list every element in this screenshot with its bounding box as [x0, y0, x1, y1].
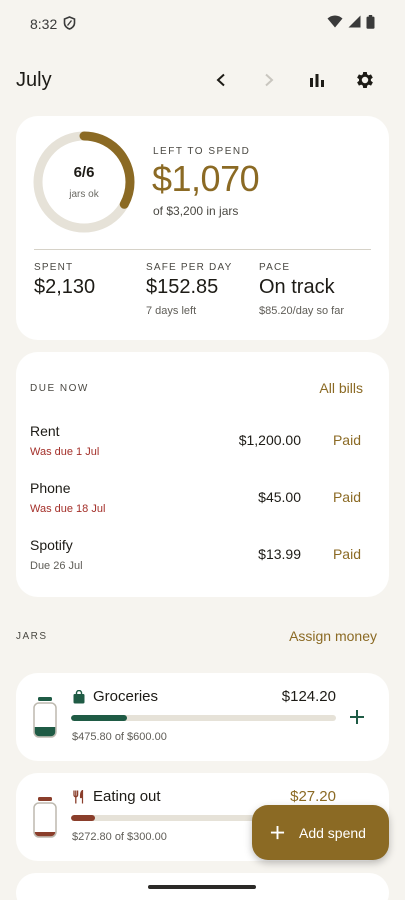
ring-label: 6/6 jars ok: [32, 130, 136, 234]
bill-name: Rent: [30, 422, 60, 439]
bill-amount: $45.00: [258, 489, 301, 505]
signal-icon: [348, 15, 361, 33]
previous-month-button[interactable]: [197, 56, 245, 104]
gesture-nav-handle[interactable]: [148, 885, 256, 889]
jar-title: Eating out: [73, 788, 161, 805]
bill-row-spotify[interactable]: Spotify Due 26 Jul $13.99 Paid: [30, 532, 361, 576]
bill-amount: $13.99: [258, 546, 301, 562]
stat-pace: PACE On track $85.20/day so far: [259, 262, 344, 317]
jar-sub: $272.80 of $300.00: [72, 831, 167, 843]
stat-value: $2,130: [34, 276, 96, 298]
due-now-card: DUE NOW All bills Rent Was due 1 Jul $1,…: [16, 352, 389, 597]
shield-icon: [63, 15, 76, 33]
chevron-left-icon: [216, 73, 225, 87]
plus-icon: [270, 825, 285, 840]
stat-safe-per-day: SAFE PER DAY $152.85 7 days left: [146, 262, 232, 317]
left-to-spend-label: LEFT TO SPEND: [153, 146, 251, 157]
bill-row-phone[interactable]: Phone Was due 18 Jul $45.00 Paid: [30, 475, 361, 519]
stats-button[interactable]: [293, 56, 341, 104]
shopping-bag-icon: [73, 689, 85, 703]
due-now-header: DUE NOW All bills: [30, 380, 363, 396]
add-spend-button[interactable]: Add spend: [252, 805, 389, 860]
divider: [34, 249, 371, 250]
jars-label: JARS: [16, 630, 48, 642]
all-bills-link[interactable]: All bills: [319, 380, 363, 396]
bill-status-button[interactable]: Paid: [301, 432, 361, 448]
chevron-right-icon: [265, 73, 274, 87]
bill-name: Phone: [30, 479, 71, 496]
left-to-spend-value: $1,070: [152, 158, 260, 199]
ring-count: 6/6: [73, 164, 95, 181]
jar-progress-fill: [71, 715, 127, 721]
jar-amount: $124.20: [281, 688, 336, 705]
jar-progress-track: [71, 715, 336, 721]
battery-icon: [366, 14, 375, 34]
jar-icon: [33, 797, 57, 838]
bill-due: Was due 18 Jul: [30, 502, 106, 515]
jar-icon: [33, 697, 57, 738]
stat-label: SPENT: [34, 262, 74, 273]
next-month-button[interactable]: [245, 56, 293, 104]
stat-value: On track: [259, 276, 335, 298]
add-to-jar-button[interactable]: [343, 703, 371, 731]
stat-sub: $85.20/day so far: [259, 305, 345, 317]
bill-amount: $1,200.00: [238, 432, 301, 448]
add-spend-label: Add spend: [299, 824, 366, 841]
jar-progress-fill: [71, 815, 95, 821]
bill-info: Rent Was due 1 Jul: [30, 423, 211, 458]
bill-due: Due 26 Jul: [30, 559, 83, 572]
stat-spent: SPENT $2,130: [34, 262, 95, 299]
left-to-spend-sub: of $3,200 in jars: [153, 204, 239, 218]
bar-chart-icon: [310, 74, 324, 87]
wifi-icon: [327, 15, 343, 33]
bill-info: Phone Was due 18 Jul: [30, 480, 211, 515]
stat-value: $152.85: [146, 276, 219, 298]
jar-card-groceries[interactable]: Groceries $124.20 $475.80 of $600.00: [16, 673, 389, 761]
bill-due: Was due 1 Jul: [30, 445, 100, 458]
stat-sub: 7 days left: [146, 305, 197, 317]
stat-label: PACE: [259, 262, 291, 273]
bill-status-button[interactable]: Paid: [301, 489, 361, 505]
jar-amount: $27.20: [290, 788, 336, 805]
settings-button[interactable]: [341, 56, 389, 104]
ring-sub: jars ok: [69, 189, 99, 200]
bill-info: Spotify Due 26 Jul: [30, 537, 211, 572]
fork-knife-icon: [73, 789, 84, 803]
top-app-bar: July: [0, 56, 405, 104]
month-title: July: [16, 68, 52, 91]
jar-title: Groceries: [73, 688, 158, 705]
jar-name: Groceries: [93, 688, 159, 705]
bill-row-rent[interactable]: Rent Was due 1 Jul $1,200.00 Paid: [30, 418, 361, 462]
status-time: 8:32: [30, 16, 58, 32]
status-bar: 8:32: [0, 0, 405, 48]
stat-label: SAFE PER DAY: [146, 262, 233, 273]
summary-card: 6/6 jars ok LEFT TO SPEND $1,070 of $3,2…: [16, 116, 389, 340]
assign-money-link[interactable]: Assign money: [289, 628, 377, 644]
jars-header: JARS Assign money: [16, 628, 377, 644]
due-now-label: DUE NOW: [30, 382, 89, 394]
jar-name: Eating out: [93, 788, 161, 805]
plus-icon: [350, 710, 364, 724]
jar-sub: $475.80 of $600.00: [72, 731, 167, 743]
gear-icon: [357, 72, 373, 88]
bill-status-button[interactable]: Paid: [301, 546, 361, 562]
bill-name: Spotify: [30, 536, 73, 553]
